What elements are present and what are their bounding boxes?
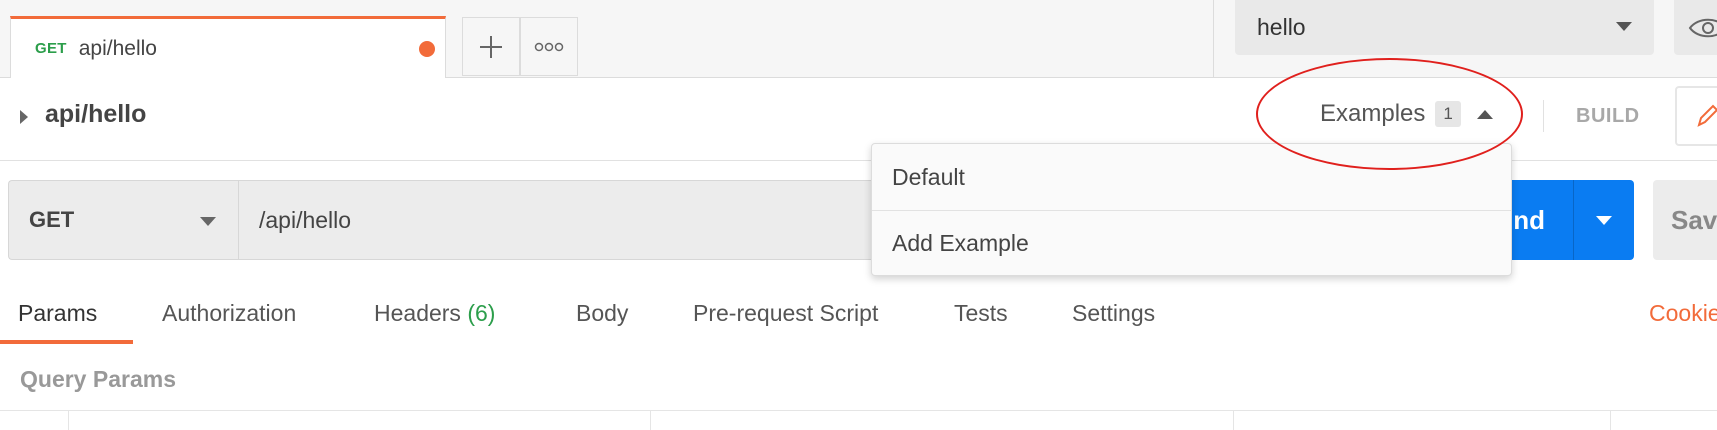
request-tab[interactable]: GET api/hello (10, 16, 446, 78)
active-tab-indicator (0, 340, 133, 344)
query-params-table (0, 410, 1717, 430)
tab-settings[interactable]: Settings (1072, 300, 1155, 327)
chevron-down-icon (1596, 215, 1612, 225)
chevron-down-icon (1616, 22, 1632, 31)
method-select[interactable]: GET (8, 180, 238, 260)
app-window: GET api/hello hello api/hello Examples 1… (0, 0, 1717, 430)
edit-button[interactable] (1675, 86, 1717, 146)
caret-right-icon[interactable] (20, 110, 28, 124)
unsaved-indicator (419, 41, 435, 57)
tab-body[interactable]: Body (576, 300, 628, 327)
more-tabs-button[interactable] (520, 17, 578, 76)
more-icon (534, 42, 564, 51)
save-label: Sav (1671, 204, 1717, 235)
environment-select[interactable]: hello (1235, 0, 1654, 55)
menu-item-add-example[interactable]: Add Example (872, 210, 1511, 276)
request-subtabs: Params Authorization Headers (6) Body Pr… (0, 290, 1717, 346)
examples-count-badge: 1 (1435, 101, 1461, 127)
tab-headers[interactable]: Headers (6) (374, 300, 495, 327)
cookies-link[interactable]: Cookie (1649, 300, 1717, 327)
column-divider (650, 411, 651, 430)
examples-label: Examples (1320, 100, 1426, 127)
build-mode-button[interactable]: BUILD (1576, 105, 1640, 128)
tab-headers-label: Headers (374, 300, 461, 326)
tab-pre-request-script[interactable]: Pre-request Script (693, 300, 878, 327)
header-divider (1543, 100, 1544, 132)
tab-tests[interactable]: Tests (954, 300, 1008, 327)
tab-method: GET (35, 40, 67, 57)
examples-dropdown-toggle[interactable]: Examples 1 (1320, 100, 1493, 128)
tab-params[interactable]: Params (18, 300, 97, 327)
environment-quick-look-button[interactable] (1674, 0, 1717, 55)
method-value: GET (29, 207, 75, 232)
menu-item-default[interactable]: Default (872, 144, 1511, 210)
column-divider (1610, 411, 1611, 430)
tab-bar: GET api/hello hello (0, 0, 1717, 78)
new-tab-button[interactable] (462, 17, 520, 76)
plus-icon (480, 35, 502, 58)
save-button[interactable]: Sav (1653, 180, 1717, 260)
examples-menu: Default Add Example (871, 143, 1512, 276)
environment-area: hello (1213, 0, 1717, 77)
column-divider (1233, 411, 1234, 430)
request-title[interactable]: api/hello (45, 100, 146, 129)
eye-icon (1688, 18, 1717, 37)
column-divider (68, 411, 69, 430)
environment-name: hello (1257, 14, 1306, 40)
url-value: /api/hello (259, 206, 352, 233)
send-label: nd (1513, 204, 1545, 235)
chevron-up-icon (1476, 109, 1493, 119)
query-params-heading: Query Params (20, 366, 176, 392)
tab-authorization[interactable]: Authorization (162, 300, 296, 327)
headers-count: (6) (467, 300, 496, 326)
pencil-icon (1697, 104, 1717, 127)
tab-title: api/hello (78, 36, 157, 60)
chevron-down-icon (200, 217, 216, 226)
send-options-button[interactable] (1573, 180, 1634, 260)
